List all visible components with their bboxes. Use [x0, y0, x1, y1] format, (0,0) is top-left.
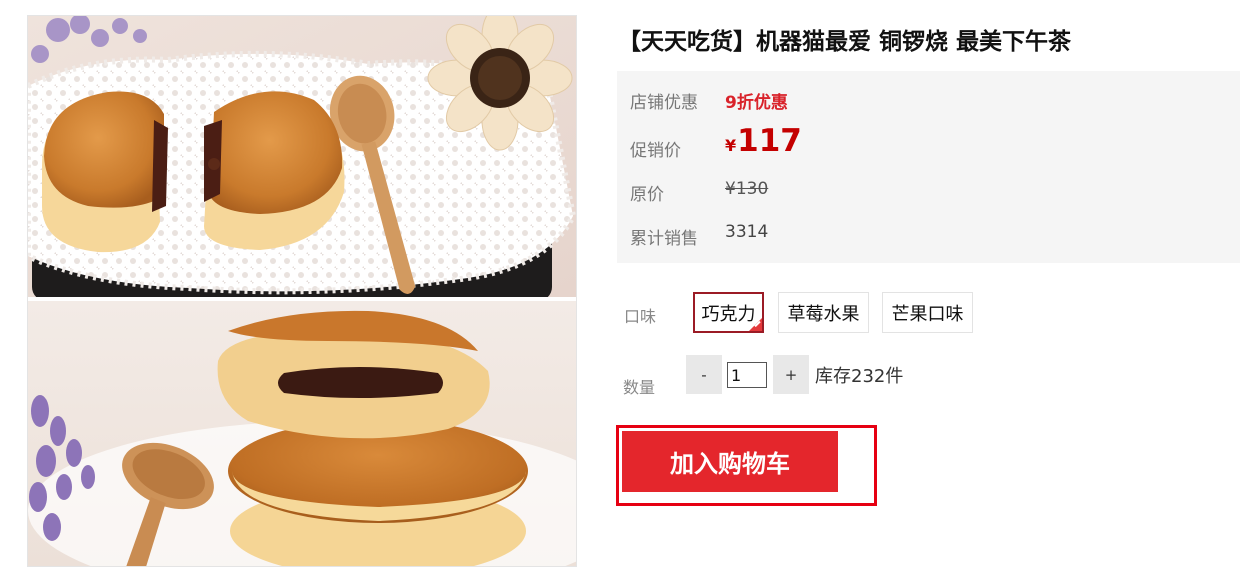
flavor-label: 口味: [624, 307, 657, 326]
price-amount: 117: [737, 123, 802, 159]
promo-price: ¥117: [725, 123, 802, 159]
flavor-option-label: 草莓水果: [787, 303, 860, 325]
price-label: 促销价: [630, 141, 681, 161]
price-panel: 店铺优惠 9折优惠 促销价 ¥117 原价 ¥130 累计销售 3314: [617, 71, 1240, 263]
stock-text: 库存232件: [815, 366, 904, 387]
currency-symbol: ¥: [725, 136, 737, 155]
quantity-label: 数量: [623, 378, 656, 397]
flavor-option-label: 芒果口味: [891, 303, 964, 325]
product-image-gallery: [27, 15, 577, 567]
quantity-input[interactable]: [727, 362, 767, 388]
promo-label: 店铺优惠: [630, 93, 698, 113]
product-image-dorayaki-split[interactable]: [28, 16, 576, 297]
sales-label: 累计销售: [630, 229, 698, 249]
original-price-label: 原价: [630, 185, 664, 205]
flavor-option-mango[interactable]: 芒果口味: [882, 292, 973, 333]
flavor-option-label: 巧克力: [701, 303, 756, 325]
quantity-decrease-button[interactable]: -: [686, 355, 722, 394]
promo-value: 9折优惠: [725, 93, 788, 113]
add-to-cart-frame: 加入购物车: [616, 425, 877, 506]
flavor-option-strawberry[interactable]: 草莓水果: [778, 292, 869, 333]
selected-check-icon: [749, 318, 762, 331]
original-price: ¥130: [725, 179, 769, 199]
flavor-option-chocolate[interactable]: 巧克力: [693, 292, 764, 333]
product-image-dorayaki-stack[interactable]: [28, 301, 576, 566]
product-title: 【天天吃货】机器猫最爱 铜锣烧 最美下午茶: [618, 29, 1072, 55]
sales-count: 3314: [725, 222, 769, 242]
quantity-increase-button[interactable]: +: [773, 355, 809, 394]
add-to-cart-button[interactable]: 加入购物车: [622, 431, 838, 492]
